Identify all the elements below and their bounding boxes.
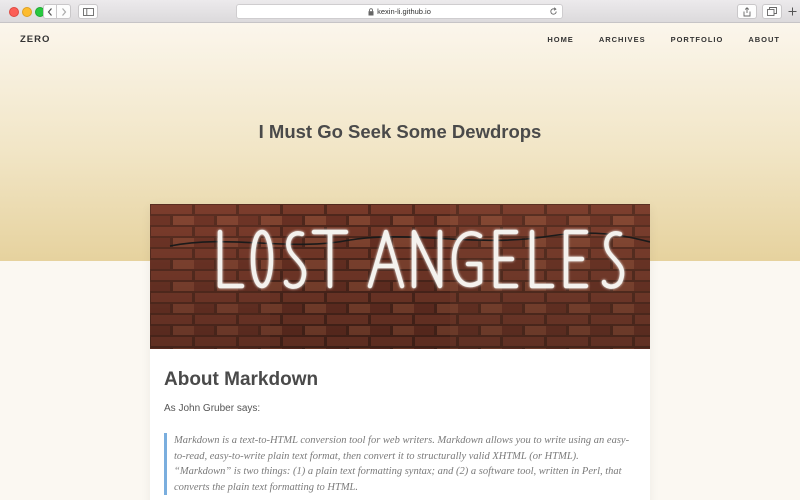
plus-icon bbox=[788, 7, 796, 16]
share-icon bbox=[743, 6, 751, 16]
nav-link-about[interactable]: ABOUT bbox=[748, 35, 780, 44]
forward-button[interactable] bbox=[57, 4, 71, 19]
back-button[interactable] bbox=[43, 4, 57, 19]
share-button[interactable] bbox=[737, 4, 757, 19]
show-tabs-button[interactable] bbox=[762, 4, 782, 19]
nav-link-archives[interactable]: ARCHIVES bbox=[599, 35, 646, 44]
address-bar[interactable]: kexin-li.github.io bbox=[236, 4, 563, 19]
blockquote: Markdown is a text-to-HTML conversion to… bbox=[164, 433, 636, 495]
post-content: About Markdown As John Gruber says: Mark… bbox=[164, 369, 636, 495]
post-card: About Markdown As John Gruber says: Mark… bbox=[150, 204, 650, 500]
intro-paragraph: As John Gruber says: bbox=[164, 403, 261, 414]
minimize-window-button[interactable] bbox=[22, 7, 32, 17]
new-tab-button[interactable] bbox=[787, 5, 797, 18]
browser-toolbar: kexin-li.github.io bbox=[0, 0, 800, 23]
post-title: I Must Go Seek Some Dewdrops bbox=[258, 121, 542, 142]
reload-icon[interactable] bbox=[549, 7, 558, 16]
nav-link-portfolio[interactable]: PORTFOLIO bbox=[671, 35, 724, 44]
chevron-right-icon bbox=[61, 7, 66, 16]
chevron-left-icon bbox=[47, 7, 52, 16]
nav-link-home[interactable]: HOME bbox=[547, 35, 574, 44]
site-logo[interactable]: ZERO bbox=[20, 34, 50, 45]
tabs-icon bbox=[767, 7, 777, 16]
sidebar-icon bbox=[82, 7, 94, 16]
cover-image bbox=[150, 204, 650, 349]
site-navigation: HOME ARCHIVES PORTFOLIO ABOUT bbox=[547, 35, 780, 44]
close-window-button[interactable] bbox=[9, 7, 19, 17]
lock-icon bbox=[368, 7, 374, 15]
web-page: ZERO HOME ARCHIVES PORTFOLIO ABOUT I Mus… bbox=[0, 23, 800, 500]
url-text: kexin-li.github.io bbox=[377, 7, 431, 16]
sidebar-toggle-button[interactable] bbox=[78, 4, 98, 19]
section-heading: About Markdown bbox=[164, 369, 319, 390]
